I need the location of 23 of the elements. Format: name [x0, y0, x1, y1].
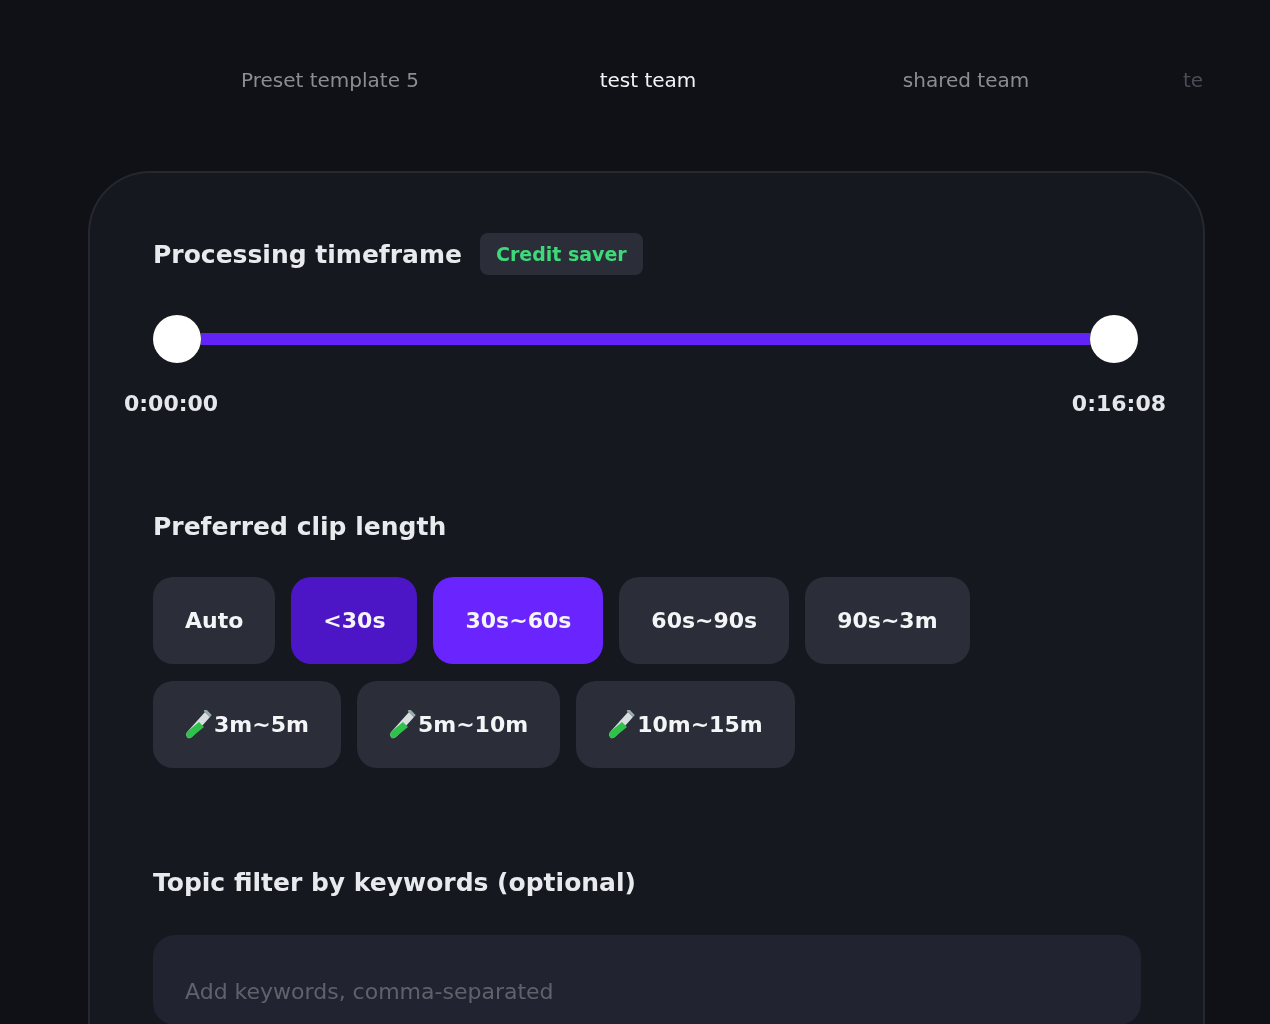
- section-title: Preferred clip length: [153, 512, 448, 541]
- credit-badge: Credit saver: [479, 233, 643, 275]
- test-tube-icon: [388, 709, 416, 740]
- clip-length-option[interactable]: Auto: [153, 577, 276, 664]
- end-time: 0:16:08: [1071, 391, 1166, 416]
- clip-length-option[interactable]: <30s: [291, 577, 418, 664]
- slider-thumb[interactable]: [1090, 315, 1138, 363]
- clip-length-option[interactable]: 90s~3m: [805, 577, 970, 664]
- test-tube-icon: [608, 709, 636, 740]
- tab[interactable]: Preset template 5: [171, 67, 489, 92]
- clip-length-option[interactable]: 30s~60s: [433, 577, 604, 664]
- start-time: 0:00:00: [124, 391, 219, 416]
- tab[interactable]: test team: [489, 67, 807, 92]
- tab[interactable]: shared team: [807, 67, 1125, 92]
- section-title: Processing timeframe: [153, 239, 462, 269]
- slider-thumb[interactable]: [153, 315, 201, 363]
- clip-length-option[interactable]: 5m~10m: [356, 681, 561, 768]
- section-title: Topic filter by keywords (optional): [153, 868, 637, 897]
- clip-length-option[interactable]: 3m~5m: [153, 681, 341, 768]
- keywords-field[interactable]: Add keywords, comma-separated: [153, 935, 1141, 1024]
- clip-length-option[interactable]: 60s~90s: [619, 577, 790, 664]
- clip-length-option[interactable]: 10m~15m: [576, 681, 795, 768]
- test-tube-icon: [185, 709, 212, 740]
